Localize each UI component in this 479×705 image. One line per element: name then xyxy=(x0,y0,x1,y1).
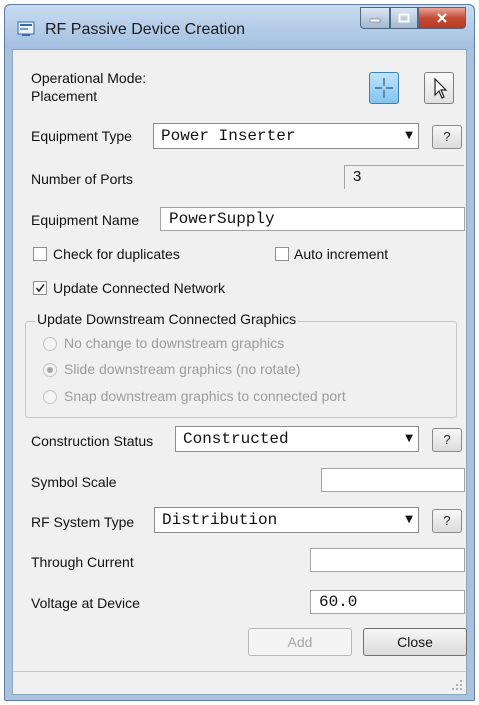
equipment-type-help-button[interactable]: ? xyxy=(432,125,462,149)
radio-snap[interactable] xyxy=(43,390,57,404)
check-duplicates-label: Check for duplicates xyxy=(53,246,180,262)
equipment-type-dropdown[interactable]: Power Inserter ▼ xyxy=(153,123,419,149)
crosshair-icon xyxy=(375,78,393,98)
pointer-icon xyxy=(434,77,448,99)
equipment-name-label: Equipment Name xyxy=(31,212,140,228)
through-current-input[interactable] xyxy=(310,548,465,572)
maximize-icon xyxy=(398,13,410,23)
operational-mode-label: Operational Mode: xyxy=(31,70,147,86)
placement-tool-button[interactable] xyxy=(369,72,399,104)
radio-slide-label: Slide downstream graphics (no rotate) xyxy=(64,361,301,377)
equipment-type-label: Equipment Type xyxy=(31,128,132,144)
status-bar xyxy=(13,671,466,694)
select-tool-button[interactable] xyxy=(424,72,454,104)
equipment-name-input[interactable]: PowerSupply xyxy=(160,207,465,231)
equipment-type-value: Power Inserter xyxy=(161,127,296,145)
radio-no-change-label: No change to downstream graphics xyxy=(64,335,285,351)
add-button[interactable]: Add xyxy=(248,628,352,656)
minimize-icon xyxy=(369,18,381,23)
auto-increment-label: Auto increment xyxy=(294,246,389,262)
chevron-down-icon: ▼ xyxy=(405,130,413,141)
close-window-button[interactable] xyxy=(418,7,466,29)
symbol-scale-input[interactable] xyxy=(321,468,465,492)
radio-snap-label: Snap downstream graphics to connected po… xyxy=(64,388,346,404)
close-icon xyxy=(437,13,447,23)
minimize-button[interactable] xyxy=(360,7,390,29)
maximize-button[interactable] xyxy=(390,7,418,29)
window-title: RF Passive Device Creation xyxy=(45,21,246,38)
construction-status-label: Construction Status xyxy=(31,433,154,449)
check-duplicates-checkbox[interactable] xyxy=(33,247,47,261)
voltage-input[interactable]: 60.0 xyxy=(310,590,465,614)
auto-increment-checkbox[interactable] xyxy=(275,247,289,261)
construction-status-dropdown[interactable]: Constructed ▼ xyxy=(175,426,419,452)
checkmark-icon xyxy=(35,284,45,293)
update-network-checkbox[interactable] xyxy=(33,281,47,295)
through-current-label: Through Current xyxy=(31,554,134,570)
app-icon xyxy=(17,21,35,36)
chevron-down-icon: ▼ xyxy=(405,514,413,525)
downstream-graphics-legend: Update Downstream Connected Graphics xyxy=(35,311,299,327)
operational-mode-value: Placement xyxy=(31,88,98,104)
close-button[interactable]: Close xyxy=(363,628,467,656)
rf-system-type-label: RF System Type xyxy=(31,514,135,530)
radio-no-change[interactable] xyxy=(43,337,57,351)
construction-status-value: Constructed xyxy=(183,430,289,448)
voltage-label: Voltage at Device xyxy=(31,595,140,611)
dialog-body: Operational Mode: Placement Equipment Ty… xyxy=(12,49,467,695)
resize-grip-icon[interactable] xyxy=(451,679,463,691)
rf-system-type-help-button[interactable]: ? xyxy=(432,509,462,533)
rf-system-type-dropdown[interactable]: Distribution ▼ xyxy=(154,507,419,533)
radio-slide[interactable] xyxy=(43,363,57,377)
chevron-down-icon: ▼ xyxy=(405,433,413,444)
symbol-scale-label: Symbol Scale xyxy=(31,474,117,490)
update-network-label: Update Connected Network xyxy=(53,280,225,296)
construction-status-help-button[interactable]: ? xyxy=(432,428,462,452)
number-of-ports-field: 3 xyxy=(344,165,464,189)
dialog-window: RF Passive Device Creation Operational M… xyxy=(4,4,475,701)
number-of-ports-label: Number of Ports xyxy=(31,171,133,187)
title-bar[interactable]: RF Passive Device Creation xyxy=(5,5,474,49)
rf-system-type-value: Distribution xyxy=(162,511,278,529)
